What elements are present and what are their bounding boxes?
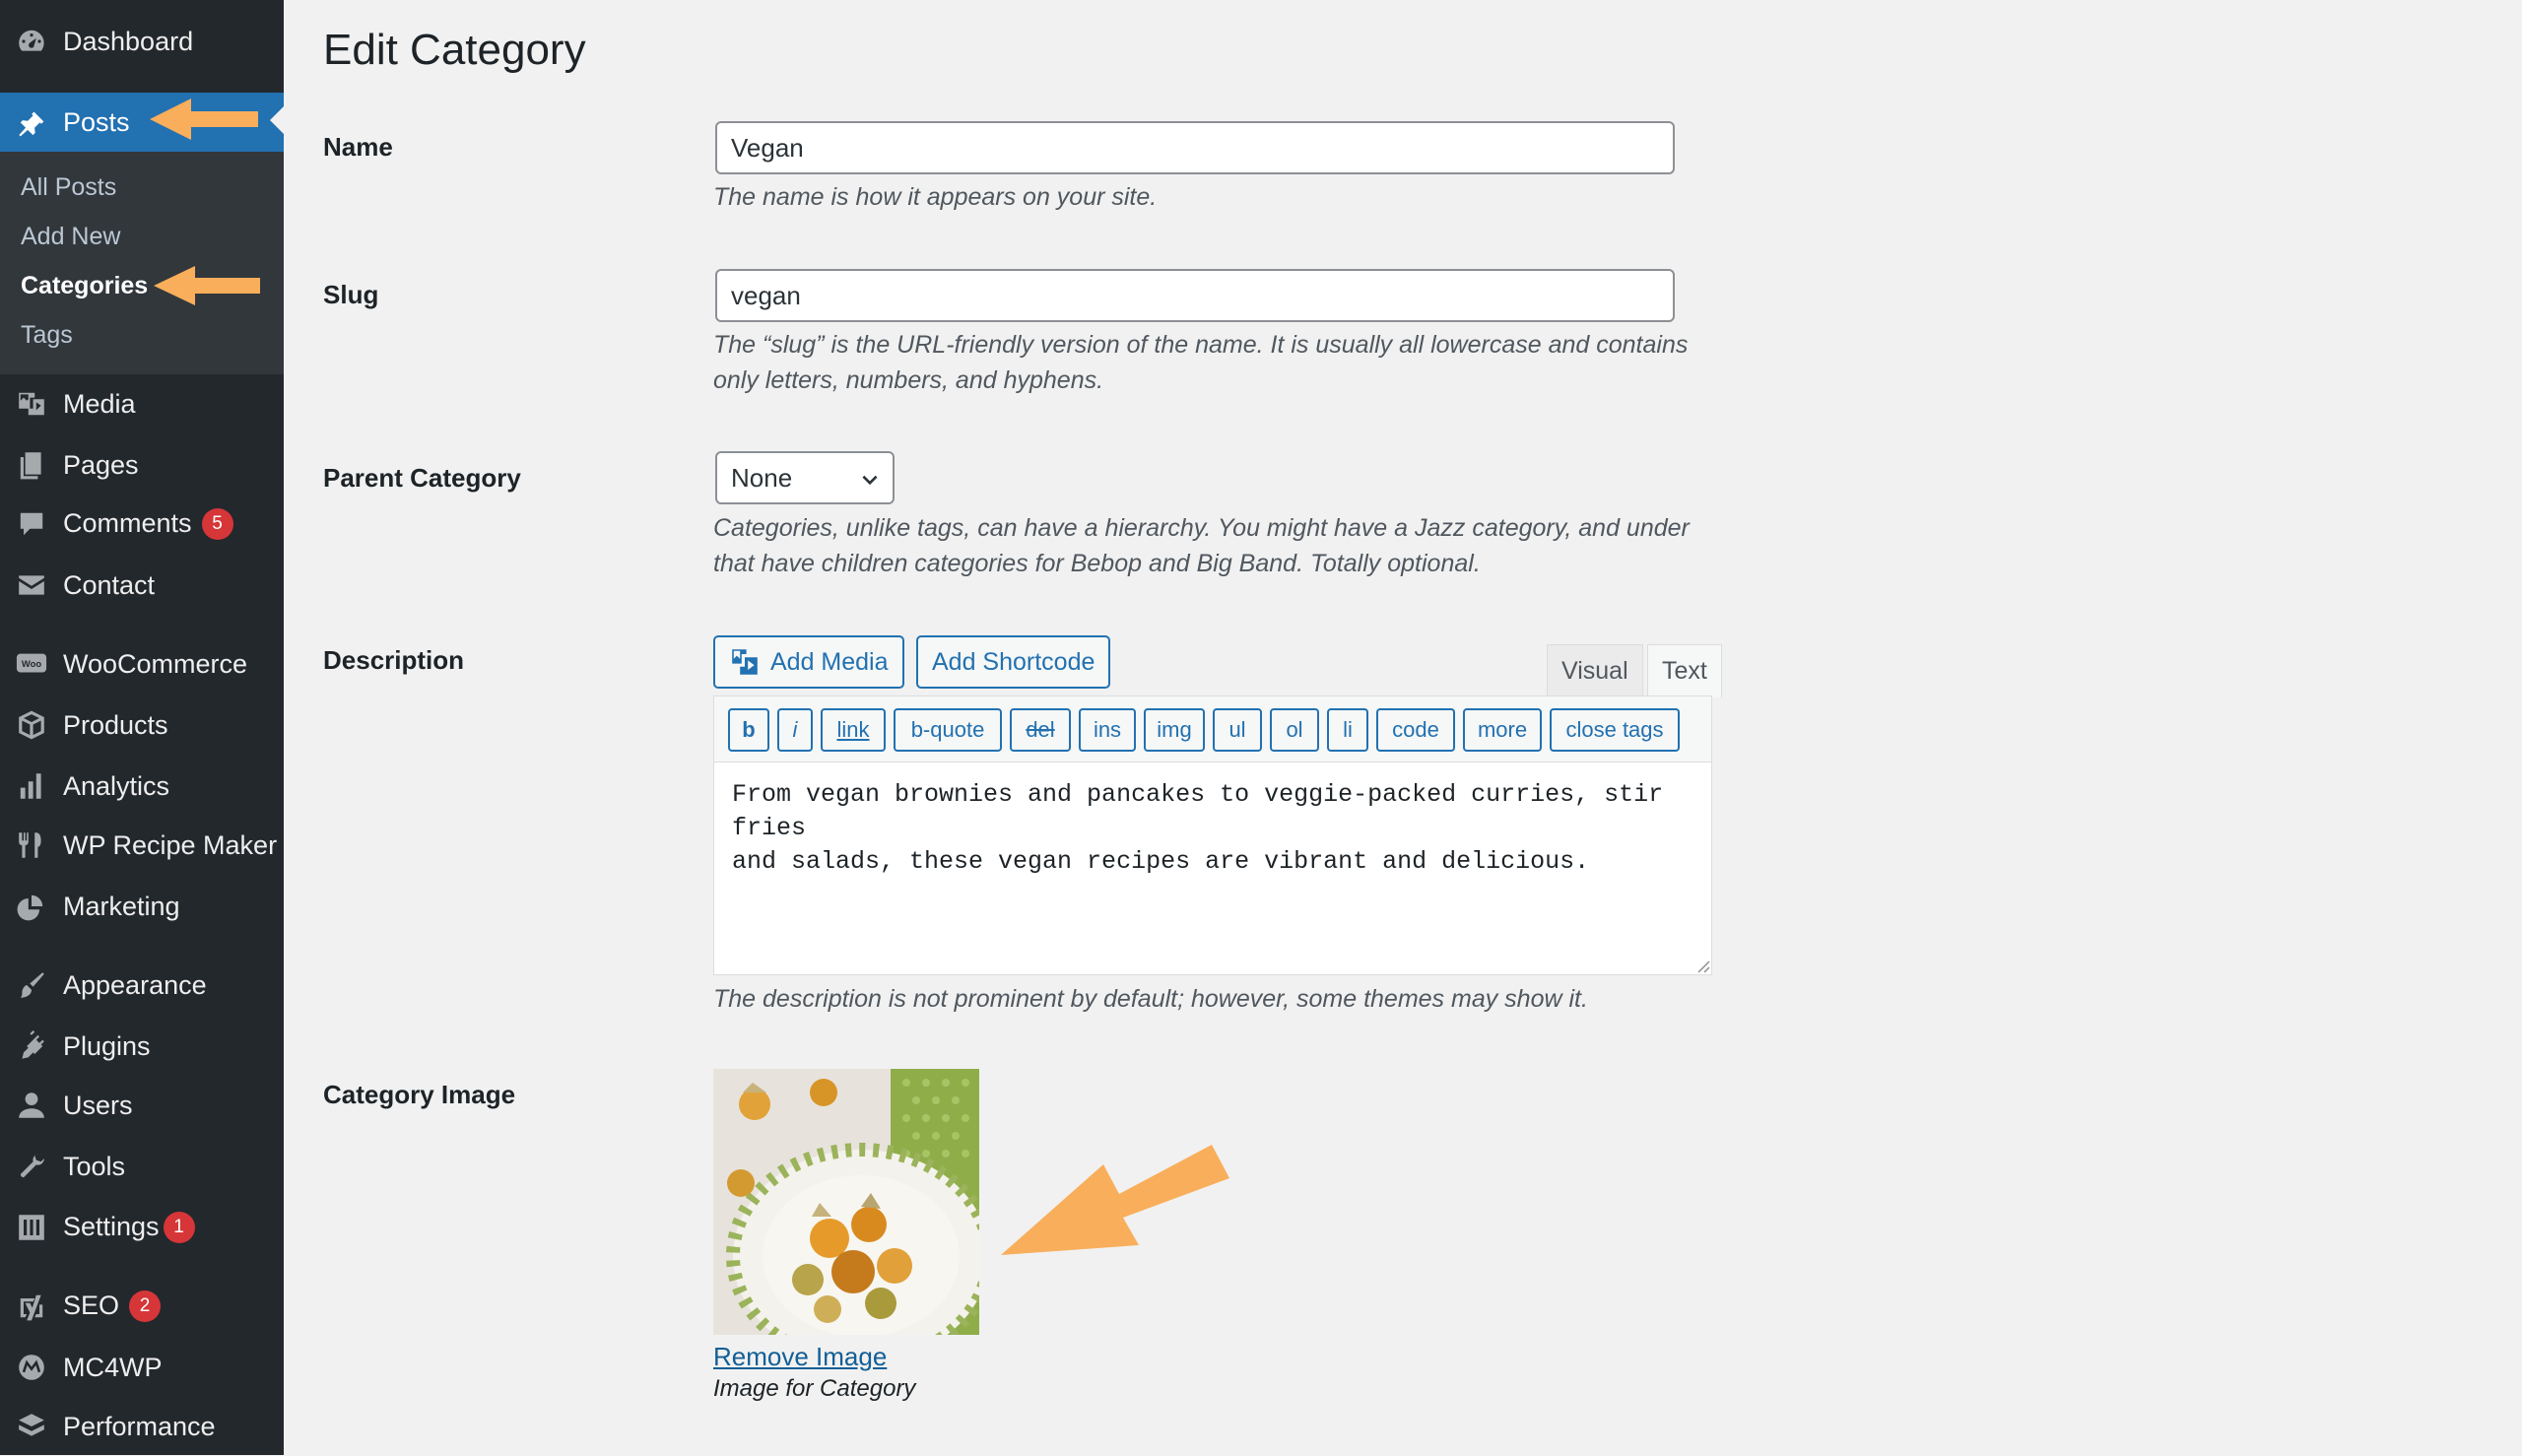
comments-count-badge: 5: [202, 508, 233, 540]
qt-italic-button[interactable]: i: [777, 708, 813, 752]
comments-label: Comments: [63, 508, 192, 538]
category-image-thumbnail: [713, 1069, 979, 1335]
seo-count-badge: 2: [129, 1291, 161, 1322]
qt-ins-button[interactable]: ins: [1079, 708, 1136, 752]
submenu-tags[interactable]: Tags: [21, 321, 73, 350]
parent-category-label: Parent Category: [323, 463, 521, 494]
menu-marketing[interactable]: Marketing: [0, 877, 284, 936]
chevron-down-icon: [859, 469, 881, 491]
add-shortcode-label: Add Shortcode: [932, 648, 1095, 677]
bar-chart-icon: [15, 769, 48, 803]
add-media-icon: [729, 646, 761, 678]
qt-bold-button[interactable]: b: [728, 708, 769, 752]
megaphone-icon: [15, 890, 48, 923]
name-label: Name: [323, 132, 393, 163]
name-help: The name is how it appears on your site.: [713, 179, 1698, 215]
woocommerce-icon: Woo: [15, 647, 48, 681]
menu-appearance[interactable]: Appearance: [0, 956, 284, 1015]
qt-close-tags-button[interactable]: close tags: [1550, 708, 1680, 752]
menu-settings[interactable]: Settings1: [0, 1198, 284, 1257]
menu-media[interactable]: Media: [0, 374, 284, 433]
description-label: Description: [323, 645, 464, 676]
parent-category-select[interactable]: None: [715, 451, 895, 504]
image-caption: Image for Category: [713, 1375, 915, 1403]
sliders-icon: [15, 1211, 48, 1244]
performance-icon: [15, 1410, 48, 1443]
menu-products[interactable]: Products: [0, 695, 284, 755]
menu-wp-recipe-maker[interactable]: WP Recipe Maker: [0, 816, 284, 875]
slug-input[interactable]: [715, 269, 1675, 322]
settings-label: Settings: [63, 1212, 160, 1241]
seo-label: SEO: [63, 1291, 119, 1320]
qt-link-button[interactable]: link: [821, 708, 886, 752]
qt-del-button[interactable]: del: [1010, 708, 1071, 752]
pages-icon: [15, 448, 48, 482]
qt-bquote-button[interactable]: b-quote: [894, 708, 1002, 752]
qt-li-button[interactable]: li: [1327, 708, 1368, 752]
menu-users[interactable]: Users: [0, 1076, 284, 1135]
menu-comments[interactable]: Comments 5: [0, 495, 284, 554]
parent-category-value: None: [731, 463, 792, 494]
qt-ul-button[interactable]: ul: [1213, 708, 1262, 752]
user-icon: [15, 1089, 48, 1122]
menu-pages[interactable]: Pages: [0, 435, 284, 495]
wrench-icon: [15, 1150, 48, 1183]
menu-mc4wp[interactable]: MC4WP: [0, 1338, 284, 1397]
svg-text:Woo: Woo: [22, 658, 41, 669]
menu-plugins[interactable]: Plugins: [0, 1017, 284, 1076]
pushpin-icon: [15, 105, 48, 139]
page-title: Edit Category: [323, 26, 586, 75]
menu-performance[interactable]: Performance: [0, 1397, 284, 1456]
dashboard-gauge-icon: [15, 25, 48, 58]
qt-img-button[interactable]: img: [1144, 708, 1205, 752]
tab-text[interactable]: Text: [1647, 644, 1722, 697]
description-help: The description is not prominent by defa…: [713, 981, 1698, 1017]
settings-count-badge: 1: [164, 1212, 195, 1243]
admin-sidebar: Dashboard Posts All Posts Add New Catego…: [0, 0, 284, 1455]
slug-help: The “slug” is the URL-friendly version o…: [713, 327, 1698, 398]
annotation-arrow-categories: [152, 262, 262, 309]
description-textarea[interactable]: From vegan brownies and pancakes to vegg…: [713, 762, 1712, 975]
qt-ol-button[interactable]: ol: [1270, 708, 1319, 752]
submenu-add-new[interactable]: Add New: [21, 223, 120, 251]
category-image-label: Category Image: [323, 1080, 515, 1110]
paintbrush-icon: [15, 968, 48, 1002]
active-menu-notch: [270, 106, 284, 134]
parent-category-help: Categories, unlike tags, can have a hier…: [713, 510, 1698, 581]
add-media-button[interactable]: Add Media: [713, 635, 904, 689]
yoast-seo-icon: [15, 1290, 48, 1323]
resize-grip-icon[interactable]: [1694, 958, 1710, 973]
box-icon: [15, 708, 48, 742]
envelope-icon: [15, 568, 48, 602]
slug-label: Slug: [323, 280, 378, 310]
comment-bubble-icon: [15, 507, 48, 541]
remove-image-link[interactable]: Remove Image: [713, 1342, 887, 1372]
menu-woocommerce[interactable]: Woo WooCommerce: [0, 634, 284, 694]
name-input[interactable]: [715, 121, 1675, 174]
add-shortcode-button[interactable]: Add Shortcode: [916, 635, 1110, 689]
qt-more-button[interactable]: more: [1463, 708, 1542, 752]
add-media-label: Add Media: [770, 648, 889, 677]
quicktags-toolbar: b i link b-quote del ins img ul ol li co…: [713, 695, 1712, 762]
submenu-categories[interactable]: Categories: [21, 272, 148, 300]
submenu-all-posts[interactable]: All Posts: [21, 173, 116, 202]
main-content: Edit Category Name The name is how it ap…: [284, 0, 2522, 1455]
annotation-arrow-posts: [148, 95, 260, 144]
mc4wp-icon: [15, 1351, 48, 1384]
menu-contact[interactable]: Contact: [0, 556, 284, 615]
annotation-arrow-image: [1001, 1143, 1237, 1261]
qt-code-button[interactable]: code: [1376, 708, 1455, 752]
menu-seo[interactable]: SEO 2: [0, 1277, 284, 1336]
fork-knife-icon: [15, 828, 48, 862]
menu-analytics[interactable]: Analytics: [0, 757, 284, 816]
media-icon: [15, 387, 48, 421]
tab-visual[interactable]: Visual: [1547, 644, 1643, 695]
menu-dashboard[interactable]: Dashboard: [0, 12, 284, 71]
menu-tools[interactable]: Tools: [0, 1137, 284, 1196]
plug-icon: [15, 1029, 48, 1063]
